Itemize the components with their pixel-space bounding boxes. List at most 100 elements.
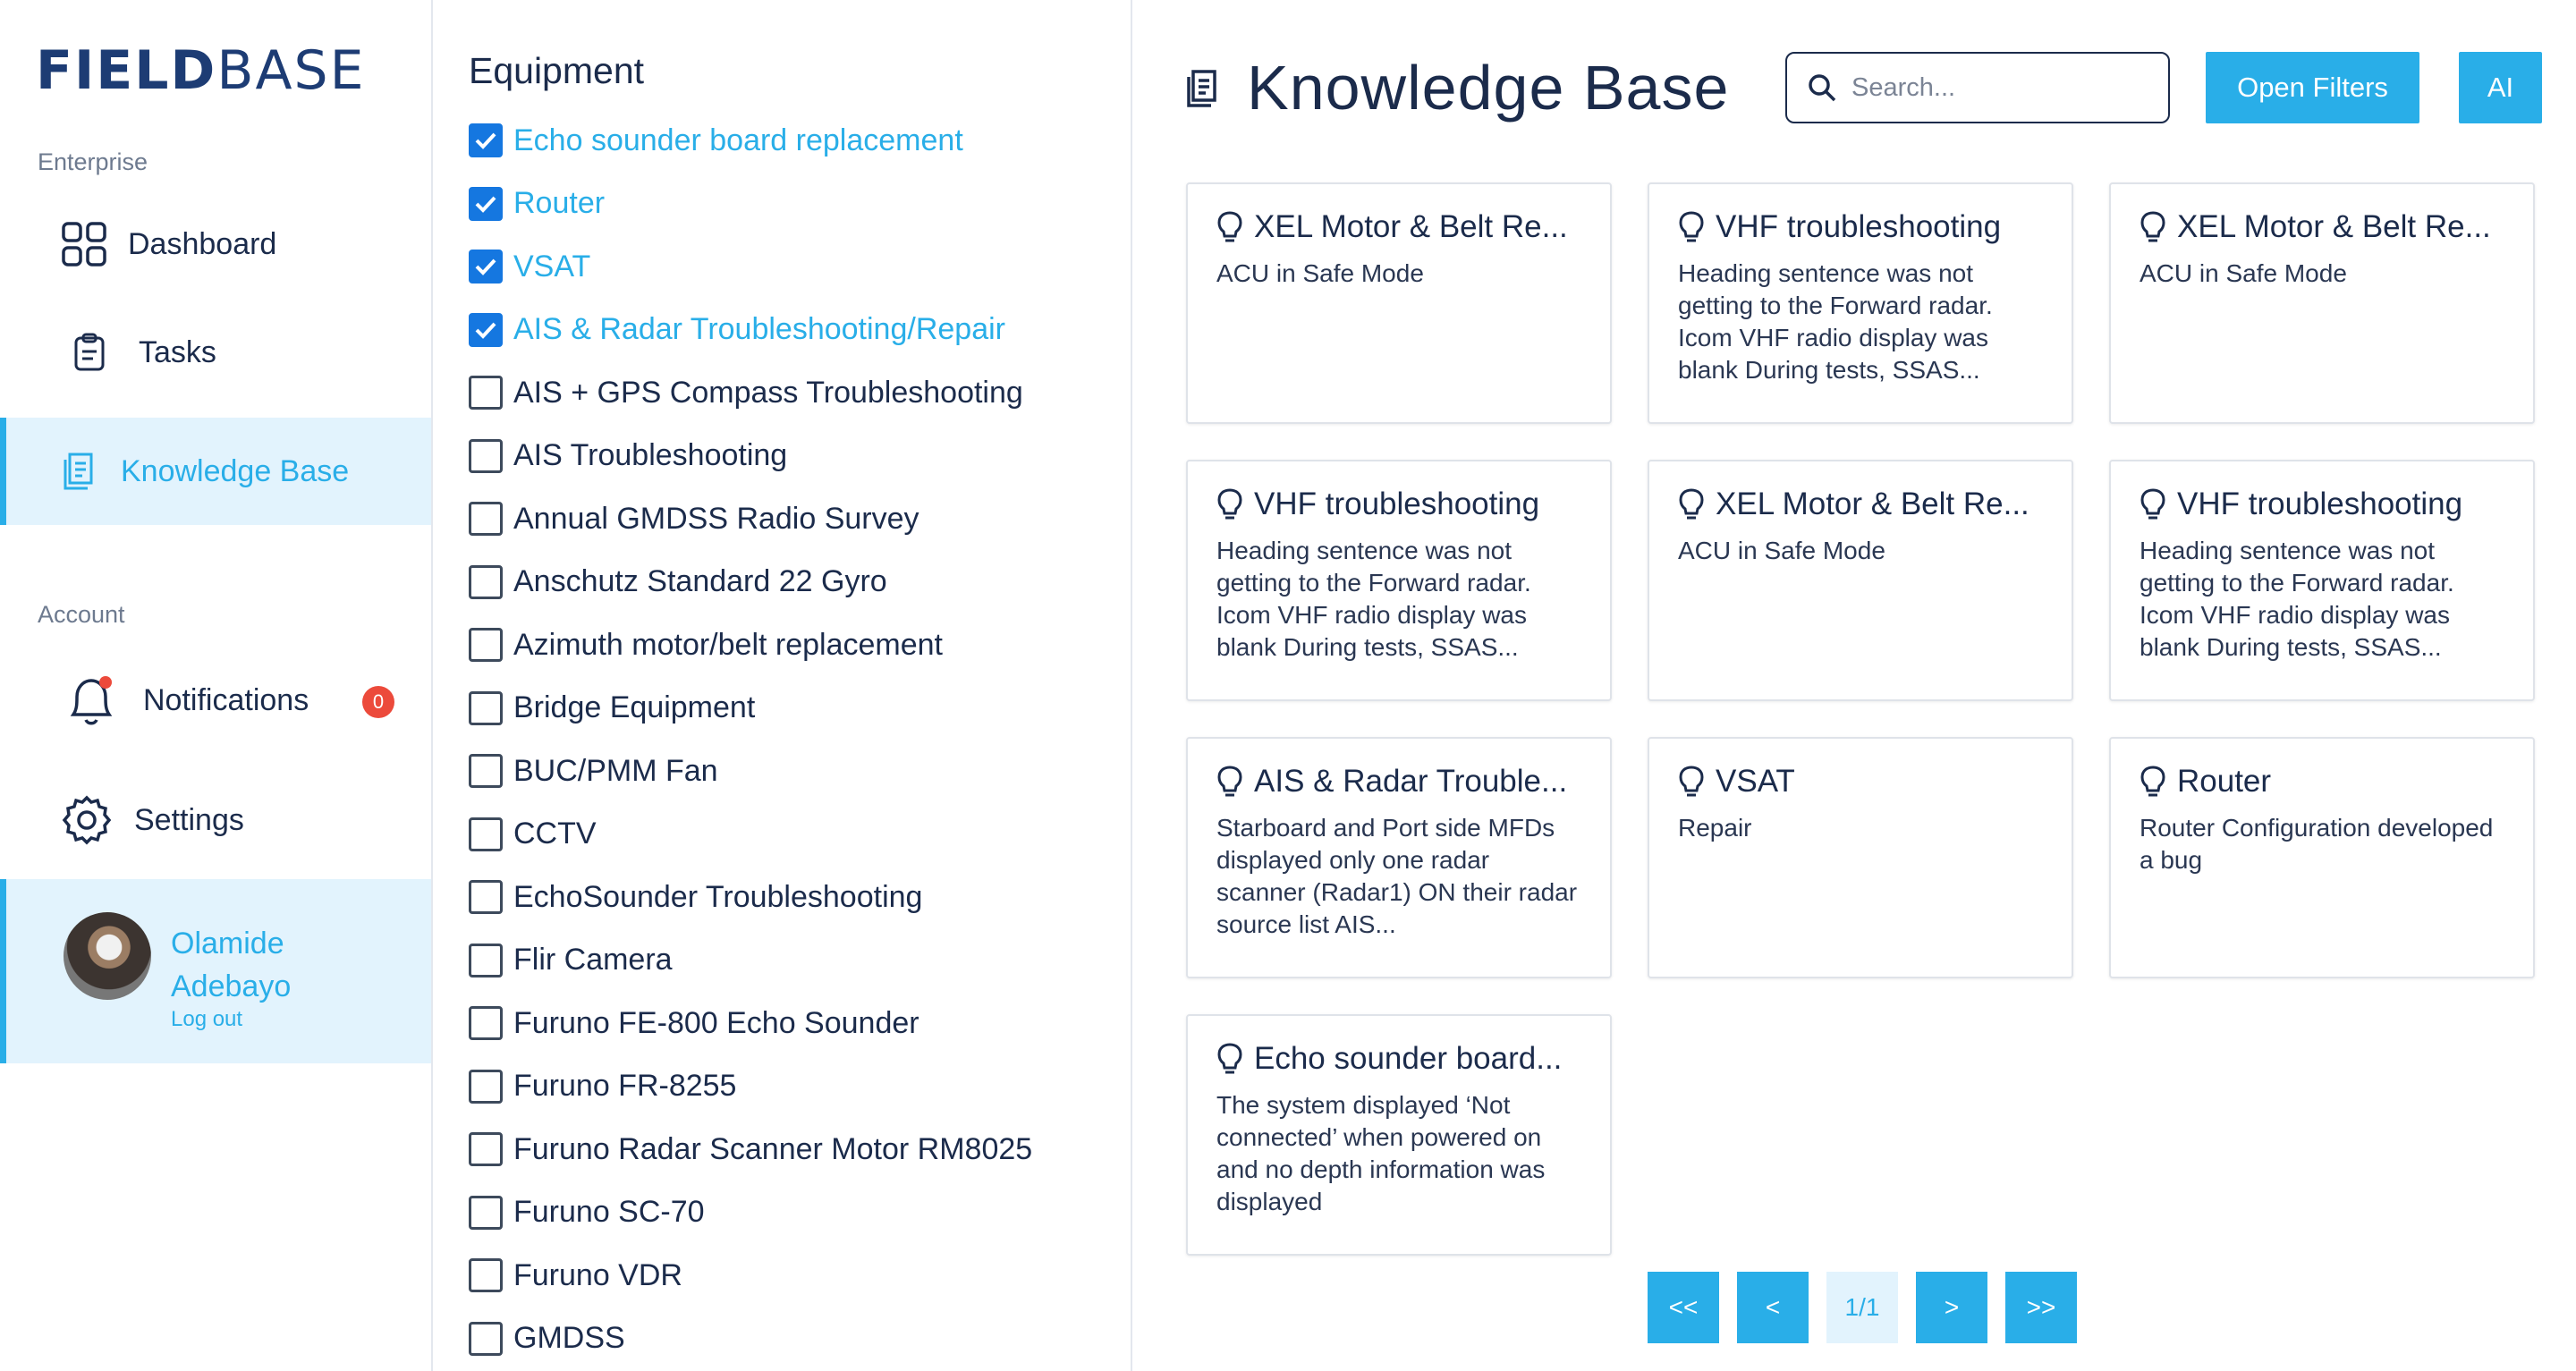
- checkbox-unchecked[interactable]: [469, 1006, 503, 1040]
- search-input[interactable]: [1852, 72, 2147, 103]
- checkbox-unchecked[interactable]: [469, 1069, 503, 1104]
- checkbox-unchecked[interactable]: [469, 1132, 503, 1166]
- card-description: Heading sentence was not getting to the …: [1216, 537, 1531, 661]
- last-page-button[interactable]: >>: [2005, 1272, 2077, 1343]
- checkbox-unchecked[interactable]: [469, 817, 503, 851]
- equipment-filter-item[interactable]: AIS & Radar Troubleshooting/Repair: [469, 308, 1005, 352]
- card-title-row: XEL Motor & Belt Re...: [2140, 209, 2504, 245]
- sidebar-item-tasks[interactable]: Tasks: [0, 299, 431, 406]
- knowledge-card[interactable]: VHF troubleshooting Heading sentence was …: [1186, 460, 1612, 701]
- search-box[interactable]: [1785, 52, 2170, 123]
- card-title: VHF troubleshooting: [1254, 487, 1540, 521]
- lightbulb-icon: [1679, 488, 1704, 520]
- equipment-filter-item[interactable]: CCTV: [469, 812, 597, 857]
- sidebar-item-settings[interactable]: Settings: [0, 766, 431, 874]
- equipment-filter-item[interactable]: Furuno VDR: [469, 1253, 682, 1298]
- equipment-filter-item[interactable]: Annual GMDSS Radio Survey: [469, 496, 919, 541]
- equipment-filter-item[interactable]: Furuno Radar Scanner Motor RM8025: [469, 1127, 1032, 1172]
- page-indicator: 1/1: [1826, 1272, 1898, 1343]
- checkbox-unchecked[interactable]: [469, 754, 503, 788]
- equipment-filter-item[interactable]: Furuno FR-8255: [469, 1064, 736, 1109]
- checkbox-checked[interactable]: [469, 312, 503, 347]
- card-title-row: XEL Motor & Belt Re...: [1678, 487, 2043, 522]
- card-title: VHF troubleshooting: [1716, 209, 2002, 244]
- sidebar-item-label: Dashboard: [128, 226, 277, 261]
- bell-icon: [61, 670, 122, 731]
- card-title: XEL Motor & Belt Re...: [2177, 209, 2491, 244]
- checkbox-unchecked[interactable]: [469, 502, 503, 536]
- equipment-filter-item[interactable]: GMDSS: [469, 1316, 625, 1361]
- checkbox-unchecked[interactable]: [469, 880, 503, 914]
- lightbulb-icon: [1217, 488, 1242, 520]
- card-title: VSAT: [1716, 764, 1795, 799]
- equipment-filter-item[interactable]: Azimuth motor/belt replacement: [469, 622, 943, 667]
- equipment-filter-item[interactable]: BUC/PMM Fan: [469, 749, 718, 793]
- checkbox-unchecked[interactable]: [469, 438, 503, 473]
- first-page-button[interactable]: <<: [1648, 1272, 1719, 1343]
- equipment-filter-item[interactable]: VSAT: [469, 244, 590, 289]
- checkbox-checked[interactable]: [469, 123, 503, 157]
- equipment-filter-item[interactable]: Echo sounder board replacement: [469, 118, 963, 163]
- equipment-filter-label: Furuno Radar Scanner Motor RM8025: [513, 1131, 1033, 1166]
- knowledge-card[interactable]: XEL Motor & Belt Re... ACU in Safe Mode: [2109, 182, 2535, 424]
- card-title-row: VHF troubleshooting: [2140, 487, 2504, 522]
- checkbox-unchecked[interactable]: [469, 376, 503, 410]
- equipment-filter-item[interactable]: AIS + GPS Compass Troubleshooting: [469, 370, 1023, 415]
- sidebar-item-label: Settings: [134, 802, 244, 837]
- sidebar-item-knowledge-base[interactable]: Knowledge Base: [0, 418, 431, 525]
- knowledge-card[interactable]: AIS & Radar Trouble... Starboard and Port…: [1186, 737, 1612, 978]
- card-description: ACU in Safe Mode: [1678, 537, 1885, 564]
- equipment-filter-item[interactable]: AIS Troubleshooting: [469, 434, 787, 478]
- checkbox-unchecked[interactable]: [469, 1195, 503, 1230]
- lightbulb-icon: [1679, 766, 1704, 797]
- logout-link[interactable]: Log out: [171, 1007, 242, 1032]
- checkbox-unchecked[interactable]: [469, 1258, 503, 1292]
- knowledge-card[interactable]: VSAT Repair: [1648, 737, 2073, 978]
- equipment-filter-item[interactable]: Furuno SC-70: [469, 1190, 705, 1235]
- lightbulb-icon: [2140, 211, 2165, 242]
- card-title-row: VSAT: [1678, 764, 2043, 800]
- equipment-filter-label: Bridge Equipment: [513, 690, 756, 724]
- checkbox-unchecked[interactable]: [469, 1321, 503, 1356]
- fieldbase-logo[interactable]: FIELDBASE: [36, 39, 366, 102]
- equipment-filter-item[interactable]: Bridge Equipment: [469, 686, 755, 731]
- checkbox-unchecked[interactable]: [469, 628, 503, 662]
- knowledge-card[interactable]: XEL Motor & Belt Re... ACU in Safe Mode: [1186, 182, 1612, 424]
- equipment-filter-label: BUC/PMM Fan: [513, 753, 718, 788]
- lightbulb-icon: [1217, 211, 1242, 242]
- checkbox-unchecked[interactable]: [469, 943, 503, 977]
- equipment-filter-item[interactable]: Flir Camera: [469, 938, 673, 983]
- next-page-button[interactable]: >: [1916, 1272, 1987, 1343]
- equipment-filter-item[interactable]: Anschutz Standard 22 Gyro: [469, 560, 887, 605]
- check-icon: [475, 132, 496, 149]
- open-filters-button[interactable]: Open Filters: [2206, 52, 2419, 123]
- checkbox-unchecked[interactable]: [469, 564, 503, 599]
- card-title-row: VHF troubleshooting: [1678, 209, 2043, 245]
- equipment-filter-item[interactable]: Furuno FE-800 Echo Sounder: [469, 1001, 919, 1045]
- avatar: [64, 912, 151, 1000]
- sidebar-item-dashboard[interactable]: Dashboard: [0, 190, 431, 298]
- equipment-filter-label: Furuno FE-800 Echo Sounder: [513, 1005, 919, 1040]
- card-description: ACU in Safe Mode: [2140, 259, 2347, 287]
- knowledge-card[interactable]: Router Router Configuration developed a b…: [2109, 737, 2535, 978]
- sidebar: FIELDBASE Enterprise Dashboard Tasks Kno…: [0, 0, 433, 1371]
- lightbulb-icon: [1679, 211, 1704, 242]
- equipment-filter-label: Flir Camera: [513, 943, 673, 977]
- sidebar-item-label: Knowledge Base: [121, 453, 350, 488]
- knowledge-card[interactable]: VHF troubleshooting Heading sentence was …: [1648, 182, 2073, 424]
- card-title: VHF troubleshooting: [2177, 487, 2463, 521]
- user-profile[interactable]: Olamide Adebayo Log out: [0, 879, 431, 1063]
- ai-button[interactable]: AI: [2459, 52, 2542, 123]
- knowledge-card[interactable]: VHF troubleshooting Heading sentence was …: [2109, 460, 2535, 701]
- equipment-filter-item[interactable]: EchoSounder Troubleshooting: [469, 875, 922, 919]
- checkbox-unchecked[interactable]: [469, 690, 503, 725]
- card-description: The system displayed ‘Not connected’ whe…: [1216, 1091, 1546, 1215]
- card-title: XEL Motor & Belt Re...: [1254, 209, 1568, 244]
- equipment-filter-item[interactable]: Router: [469, 182, 605, 226]
- card-description: ACU in Safe Mode: [1216, 259, 1424, 287]
- checkbox-checked[interactable]: [469, 186, 503, 221]
- checkbox-checked[interactable]: [469, 250, 503, 284]
- knowledge-card[interactable]: XEL Motor & Belt Re... ACU in Safe Mode: [1648, 460, 2073, 701]
- prev-page-button[interactable]: <: [1737, 1272, 1809, 1343]
- knowledge-card[interactable]: Echo sounder board... The system displaye…: [1186, 1014, 1612, 1256]
